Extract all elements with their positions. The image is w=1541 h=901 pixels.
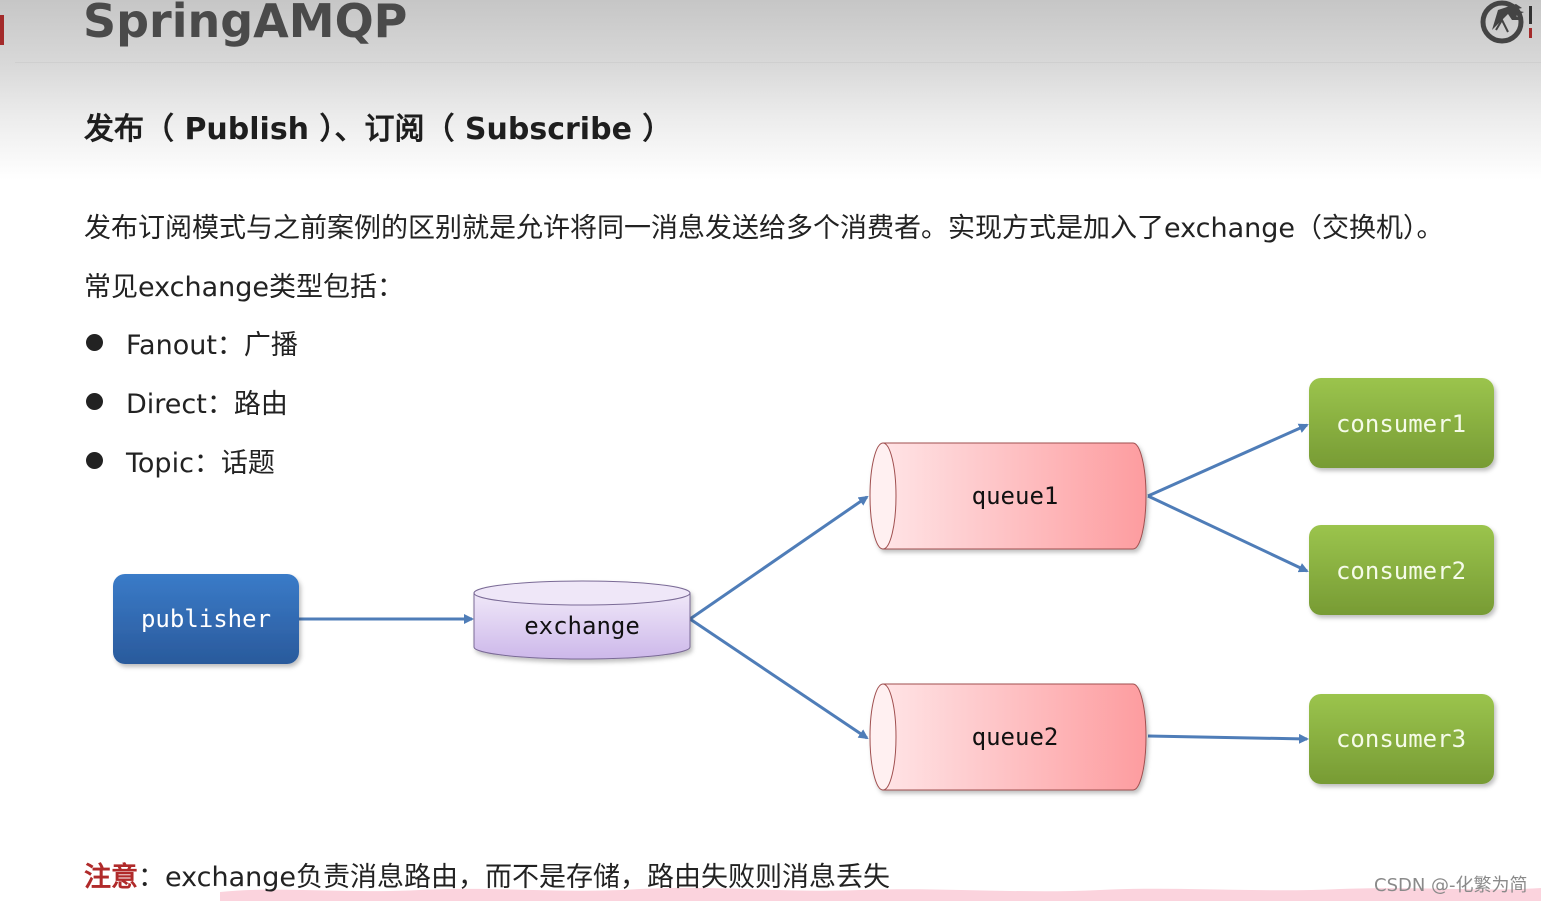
note-text: 注意：exchange负责消息路由，而不是存储，路由失败则消息丢失	[84, 855, 890, 894]
edges	[299, 423, 1309, 744]
edge-queue2-consumer3	[1147, 733, 1309, 744]
edge-queue1-consumer1	[1147, 423, 1309, 498]
consumer3-label: consumer3	[1336, 725, 1466, 753]
queue1-label: queue1	[972, 482, 1059, 510]
consumer2-label: consumer2	[1336, 557, 1466, 585]
watermark: CSDN @-化繁为简	[1374, 875, 1528, 896]
edge-exchange-queue1	[689, 495, 869, 621]
queue2-label: queue2	[972, 723, 1059, 751]
exchange-label: exchange	[524, 612, 640, 640]
edge-queue1-consumer2	[1147, 494, 1309, 573]
pubsub-diagram: publisher exchange queue1 queue2 consume…	[113, 378, 1494, 791]
edge-exchange-queue2	[689, 617, 869, 740]
publisher-label: publisher	[141, 605, 271, 633]
consumer1-label: consumer1	[1336, 410, 1466, 438]
note-body: ：exchange负责消息路由，而不是存储，路由失败则消息丢失	[138, 862, 891, 893]
note-label: 注意	[84, 862, 138, 893]
